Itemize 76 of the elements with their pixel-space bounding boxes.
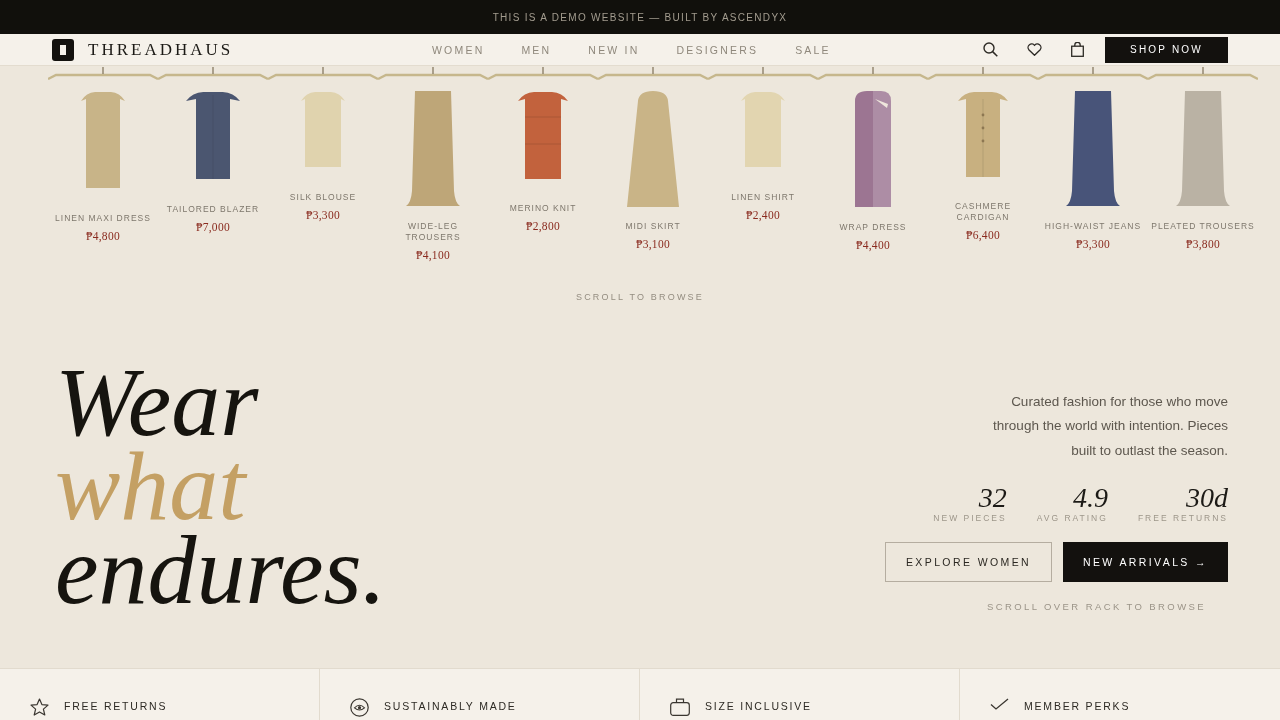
product-name: PLEATED TROUSERS	[1151, 221, 1255, 232]
stat-label: FREE RETURNS	[1137, 513, 1228, 524]
headline-text: endures.	[55, 528, 387, 612]
product-price: ₱6,400	[965, 228, 1001, 242]
nav-link[interactable]: NEW IN	[588, 43, 640, 56]
arrivals-button[interactable]: NEW ARRIVALS →	[1063, 542, 1228, 582]
product-name: SILK BLOUSE	[289, 192, 357, 203]
product-price: ₱3,300	[1075, 237, 1111, 251]
hanger-icon	[488, 66, 598, 80]
hanger-icon	[1148, 66, 1258, 80]
product-name: LINEN SHIRT	[731, 192, 795, 203]
product-name: WRAP DRESS	[839, 222, 907, 233]
product-price: ₱3,800	[1185, 237, 1221, 251]
headline-text: Wear	[55, 360, 259, 444]
product-name: MIDI SKIRT	[625, 221, 681, 232]
skirt-icon[interactable]	[627, 91, 679, 207]
stat-value: 4.9	[1072, 483, 1108, 513]
product-price: ₱3,300	[305, 208, 341, 222]
nav-link[interactable]: MEN	[521, 43, 552, 56]
heart-icon[interactable]	[1027, 43, 1042, 56]
stat-label: AVG RATING	[1036, 513, 1108, 524]
product-name: MERINO KNIT	[509, 203, 577, 214]
stat-label: NEW PIECES	[933, 513, 1007, 524]
explore-button[interactable]: EXPLORE WOMEN	[885, 542, 1052, 582]
stat-value: 32	[978, 483, 1007, 513]
hanger-icon	[268, 66, 378, 80]
hanger-icon	[48, 66, 158, 80]
product-name: WIDE-LEG TROUSERS	[404, 221, 462, 243]
product-price: ₱4,400	[855, 238, 891, 252]
hanger-icon	[928, 66, 1038, 80]
product-price: ₱2,400	[745, 208, 781, 222]
hanger-icon	[598, 66, 708, 80]
product-name: HIGH-WAIST JEANS	[1044, 221, 1142, 232]
product-price: ₱2,800	[525, 219, 561, 233]
trousers-icon[interactable]	[1066, 91, 1120, 206]
product-name: LINEN MAXI DRESS	[55, 213, 151, 224]
sweater-icon[interactable]	[518, 91, 568, 179]
scroll-hint: SCROLL TO BROWSE	[575, 292, 705, 302]
hanger-icon	[708, 66, 818, 80]
eye-icon	[350, 698, 369, 717]
product-price: ₱4,800	[85, 229, 121, 243]
feature-title: FREE RETURNS	[64, 700, 168, 712]
nav-link[interactable]: SALE	[795, 43, 831, 56]
feature-title: MEMBER PERKS	[1024, 700, 1131, 712]
hanger-icon	[158, 66, 268, 80]
star-icon	[30, 698, 49, 716]
feature-title: SIZE INCLUSIVE	[705, 700, 812, 712]
hanger-icon	[1038, 66, 1148, 80]
announcement-text: THIS IS A DEMO WEBSITE — BUILT BY ASCENDYX	[492, 11, 788, 23]
bag-icon[interactable]	[1071, 42, 1084, 57]
product-name: CASHMERE CARDIGAN	[953, 201, 1013, 223]
nav-link[interactable]: WOMEN	[432, 43, 485, 56]
product-price: ₱3,100	[635, 237, 671, 251]
scroll-hint: SCROLL OVER RACK TO BROWSE	[987, 601, 1206, 612]
shop-now-button[interactable]: SHOP NOW	[1105, 36, 1228, 63]
hanger-icon	[818, 66, 928, 80]
briefcase-icon	[670, 698, 690, 716]
wrap-dress-icon[interactable]	[855, 91, 891, 207]
headline-text: what	[55, 444, 246, 528]
product-name: TAILORED BLAZER	[166, 204, 260, 215]
jacket-icon[interactable]	[186, 91, 240, 179]
search-icon[interactable]	[983, 42, 998, 57]
logo-wordmark[interactable]: THREADHAUS	[88, 39, 234, 60]
logo-icon[interactable]	[52, 38, 74, 61]
product-price: ₱4,100	[415, 248, 451, 262]
nav-link[interactable]: DESIGNERS	[676, 43, 759, 56]
hanger-icon	[378, 66, 488, 80]
intro-paragraph: Curated fashion for those who move through the world with intention. Pieces built to outlast the season.	[992, 392, 1228, 460]
top-icon[interactable]	[741, 91, 785, 167]
cardigan-icon[interactable]	[958, 91, 1008, 177]
top-icon[interactable]	[301, 91, 345, 167]
stat-value: 30d	[1186, 483, 1228, 513]
check-icon	[990, 698, 1009, 710]
product-price: ₱7,000	[195, 220, 231, 234]
feature-title: SUSTAINABLY MADE	[384, 700, 517, 712]
dress-icon[interactable]	[81, 91, 125, 188]
